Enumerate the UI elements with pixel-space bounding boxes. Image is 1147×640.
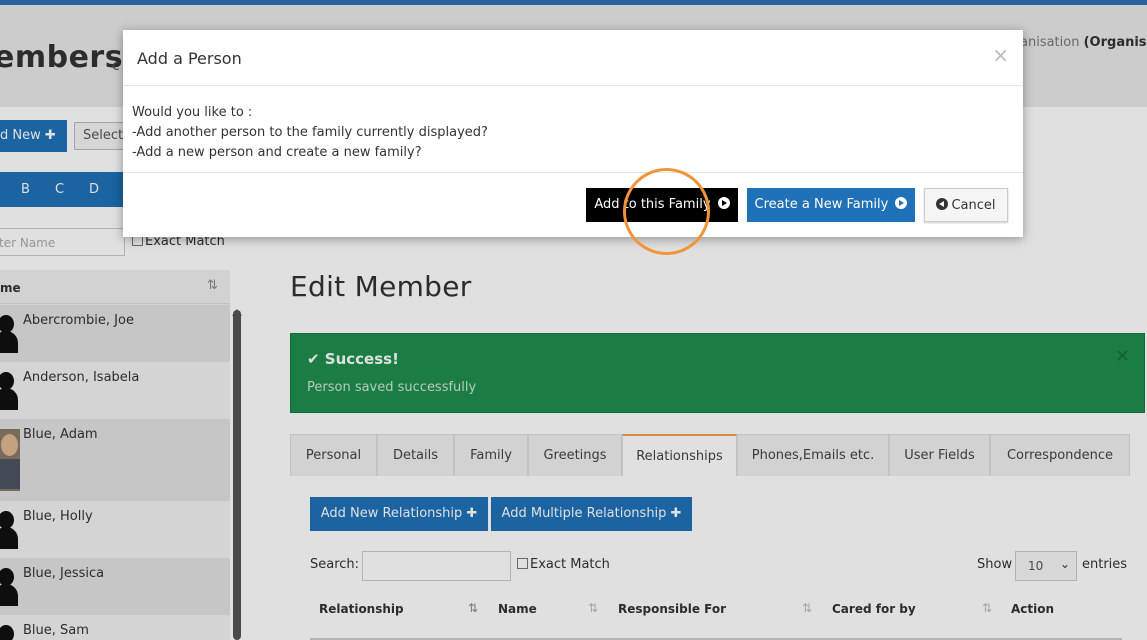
modal-body-line: Would you like to : [132, 105, 253, 120]
modal-title: Add a Person [137, 49, 242, 68]
arrow-circle-right-icon [895, 197, 908, 209]
click-highlight-ring [623, 168, 710, 255]
arrow-circle-right-icon [717, 197, 730, 209]
create-new-family-button[interactable]: Create a New Family [747, 188, 915, 222]
modal-header: Add a Person × [123, 30, 1023, 86]
modal-body: Would you like to : -Add another person … [132, 103, 488, 163]
modal-body-line: -Add a new person and create a new famil… [132, 145, 422, 160]
modal-body-line: -Add another person to the family curren… [132, 125, 488, 140]
add-person-modal: Add a Person × Would you like to : -Add … [123, 30, 1023, 237]
cancel-button[interactable]: Cancel [924, 188, 1008, 222]
arrow-circle-left-icon [936, 198, 949, 210]
close-icon[interactable]: × [992, 43, 1009, 67]
